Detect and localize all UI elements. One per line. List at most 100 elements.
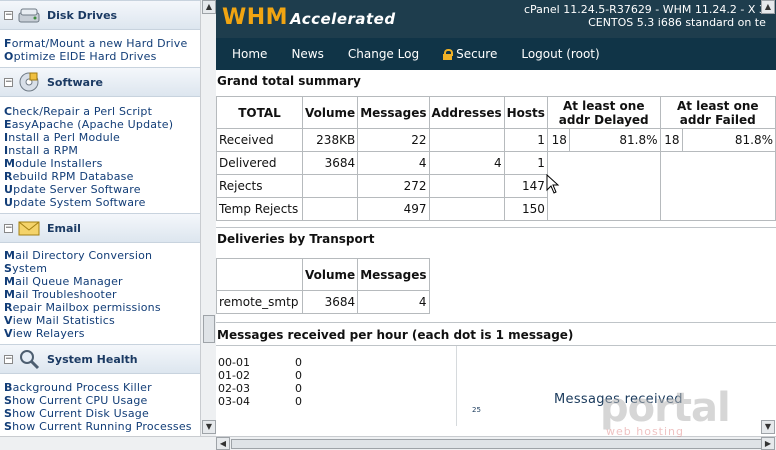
cell-volume: 238KB — [301, 128, 359, 152]
divider — [456, 346, 457, 426]
whm-logo: WHM Accelerated — [222, 5, 396, 30]
cell-hosts: 1 — [503, 128, 548, 152]
horizontal-scrollbar[interactable]: ◀ ▶ — [0, 436, 776, 450]
col-header: Messages — [357, 96, 430, 129]
sidebar-link-module-installers[interactable]: Module Installers — [4, 157, 200, 170]
hourly-title: Messages received per hour (each dot is … — [217, 328, 574, 342]
list-item: 00-01 0 — [218, 356, 302, 369]
magnifier-icon — [17, 348, 41, 370]
collapse-toggle-icon[interactable]: − — [4, 77, 13, 87]
email-envelope-icon — [17, 217, 41, 239]
section-header-disk-drives[interactable]: − Disk Drives — [0, 0, 200, 30]
row-label: Temp Rejects — [216, 197, 303, 221]
sidebar-link-view-mail-stats[interactable]: View Mail Statistics — [4, 314, 200, 327]
cell-delayed-pct: 81.8% — [568, 128, 661, 152]
portal-watermark-sub: web hosting — [606, 425, 684, 438]
sidebar-link-update-server[interactable]: Update Server Software — [4, 183, 200, 196]
list-item: 03-04 0 — [218, 395, 302, 408]
sidebar-link-install-perl-module[interactable]: Install a Perl Module — [4, 131, 200, 144]
cell-delayed-count: 18 — [546, 128, 570, 152]
cell-addresses — [428, 197, 505, 221]
cell-messages: 4 — [357, 151, 430, 175]
sidebar-link-format-mount[interactable]: Format/Mount a new Hard Drive — [4, 37, 200, 50]
list-item: 01-02 0 — [218, 369, 302, 382]
main-content: WHM Accelerated cPanel 11.24.5-R37629 - W… — [216, 0, 776, 436]
transport-title: Deliveries by Transport — [217, 232, 375, 246]
table-row: Delivered 3684 4 4 1 — [216, 151, 776, 221]
sidebar-link-check-perl[interactable]: Check/Repair a Perl Script — [4, 105, 200, 118]
sidebar-scroll-thumb[interactable] — [203, 315, 215, 343]
sidebar-link-repair-mailbox[interactable]: Repair Mailbox permissions — [4, 301, 200, 314]
cell-volume: 3684 — [301, 290, 359, 314]
section-header-software[interactable]: − Software — [0, 67, 200, 97]
sidebar-link-install-rpm[interactable]: Install a RPM — [4, 144, 200, 157]
mouse-cursor-icon — [546, 174, 560, 194]
horizontal-scroll-thumb[interactable] — [231, 439, 771, 449]
graph-tick-label: 25 — [472, 406, 481, 414]
col-header: At least one addr Failed — [659, 96, 776, 129]
list-item: 02-03 0 — [218, 382, 302, 395]
cell-messages: 497 — [357, 197, 430, 221]
sidebar-link-background-process-killer[interactable]: Background Process Killer — [4, 381, 200, 394]
row-label: Delivered — [216, 151, 303, 175]
cell-addresses — [428, 174, 505, 198]
table-row: remote_smtp 3684 4 — [216, 290, 430, 314]
sidebar-link-view-relayers[interactable]: View Relayers — [4, 327, 200, 340]
cell-hosts: 147 — [503, 174, 548, 198]
nav-news[interactable]: News — [291, 47, 323, 61]
sidebar-link-mail-dir-conversion[interactable]: Mail Directory Conversion — [4, 249, 200, 262]
sidebar-link-mail-queue[interactable]: Mail Queue Manager — [4, 275, 200, 288]
divider — [216, 227, 776, 228]
main-scrollbar[interactable]: ▲ ▼ — [760, 0, 776, 436]
nav-secure[interactable]: Secure — [443, 47, 497, 61]
scroll-up-arrow-icon[interactable]: ▲ — [202, 0, 216, 14]
collapse-toggle-icon[interactable]: − — [4, 354, 13, 364]
sidebar-scrollbar[interactable]: ▲ ▼ — [200, 0, 216, 436]
section-header-email[interactable]: − Email — [0, 213, 200, 243]
collapse-toggle-icon[interactable]: − — [4, 10, 13, 20]
row-label: Received — [216, 128, 303, 152]
section-header-system-health[interactable]: − System Health — [0, 344, 200, 374]
col-header: Messages — [357, 258, 430, 291]
section-title-system-health: System Health — [47, 352, 138, 366]
lock-icon — [443, 48, 454, 60]
sidebar-link-update-system[interactable]: Update System Software — [4, 196, 200, 209]
sidebar-link-system[interactable]: System — [4, 262, 200, 275]
scroll-down-arrow-icon[interactable]: ▼ — [202, 420, 216, 434]
nav-home[interactable]: Home — [232, 47, 267, 61]
cell-addresses — [428, 128, 505, 152]
nav-logout[interactable]: Logout (root) — [521, 47, 599, 61]
cell-hosts: 150 — [503, 197, 548, 221]
col-header: Hosts — [503, 96, 548, 129]
transport-table: Volume Messages remote_smtp 3684 4 — [216, 258, 430, 314]
header-bar: WHM Accelerated cPanel 11.24.5-R37629 - W… — [216, 0, 776, 38]
scroll-left-arrow-icon[interactable]: ◀ — [216, 437, 230, 450]
scroll-right-arrow-icon[interactable]: ▶ — [761, 437, 775, 450]
nav-change-log[interactable]: Change Log — [348, 47, 419, 61]
sidebar-link-running-processes[interactable]: Show Current Running Processes — [4, 420, 200, 433]
sidebar-link-mail-troubleshooter[interactable]: Mail Troubleshooter — [4, 288, 200, 301]
cell-hosts: 1 — [503, 151, 548, 175]
divider — [216, 322, 776, 323]
cell-volume — [301, 197, 359, 221]
col-header: TOTAL — [216, 96, 303, 129]
scroll-down-arrow-icon[interactable]: ▼ — [761, 420, 775, 434]
collapse-toggle-icon[interactable]: − — [4, 223, 13, 233]
cell-failed-count: 18 — [659, 128, 683, 152]
sidebar: − Disk Drives Format/Mount a new Hard Dr… — [0, 0, 200, 436]
sidebar-link-rebuild-rpm[interactable]: Rebuild RPM Database — [4, 170, 200, 183]
sidebar-link-cpu-usage[interactable]: Show Current CPU Usage — [4, 394, 200, 407]
nav-bar: Home News Change Log Secure Logout (root… — [216, 38, 776, 70]
cell-messages: 22 — [357, 128, 430, 152]
scroll-up-arrow-icon[interactable]: ▲ — [761, 0, 775, 14]
cell-messages: 272 — [357, 174, 430, 198]
empty-cell — [659, 151, 776, 221]
sidebar-link-easyapache[interactable]: EasyApache (Apache Update) — [4, 118, 200, 131]
section-title-software: Software — [47, 75, 103, 89]
col-header — [216, 258, 303, 291]
empty-cell — [546, 151, 661, 221]
sidebar-link-optimize-eide[interactable]: Optimize EIDE Hard Drives — [4, 50, 200, 63]
cell-messages: 4 — [357, 290, 430, 314]
grand-total-table: TOTAL Volume Messages Addresses Hosts At… — [216, 96, 776, 221]
sidebar-link-disk-usage[interactable]: Show Current Disk Usage — [4, 407, 200, 420]
